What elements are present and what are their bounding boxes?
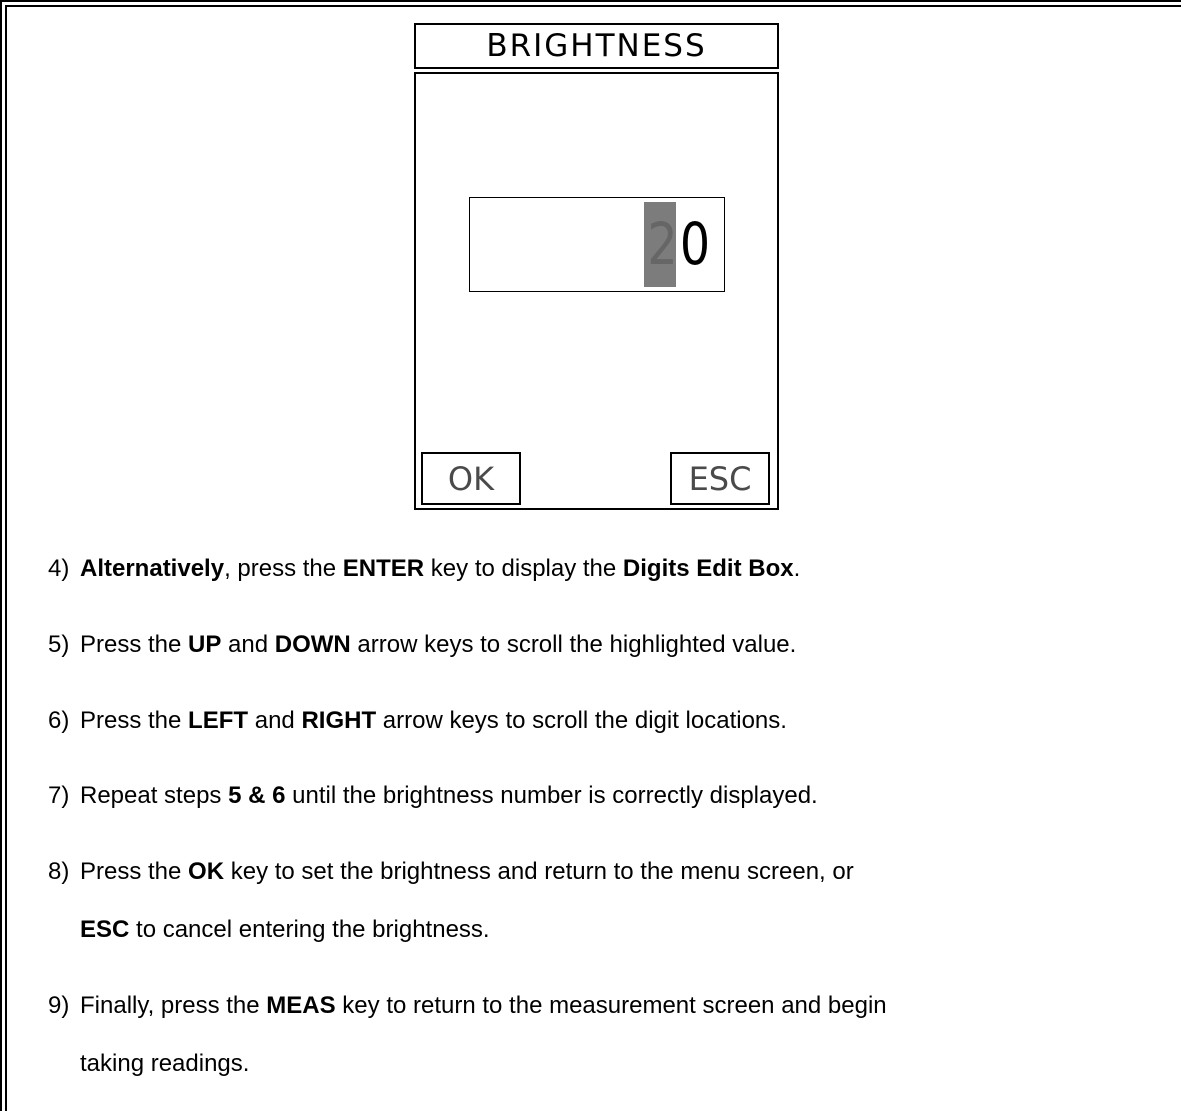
bold-text: Alternatively <box>80 555 225 582</box>
text-run: and <box>248 707 302 734</box>
step-number: 8) <box>48 858 70 885</box>
dialog-screen: 2 0 OK ESC <box>414 72 779 510</box>
frame-left-line-outer <box>0 0 2 1111</box>
step-number: 7) <box>48 782 70 809</box>
step-text: Repeat steps 5 & 6 until the brightness … <box>80 782 818 810</box>
text-run: key to set the brightness and return to … <box>224 858 854 885</box>
ok-button[interactable]: OK <box>421 452 521 505</box>
text-run: to cancel entering the brightness. <box>129 916 490 943</box>
step-text: Finally, press the MEAS key to return to… <box>80 992 887 1020</box>
step-number: 6) <box>48 707 70 734</box>
text-run: Press the <box>80 631 189 658</box>
bold-text: ESC <box>80 916 130 943</box>
text-run: until the brightness number is correctly… <box>285 782 818 809</box>
text-run: , press the <box>224 555 343 582</box>
step-text: Alternatively, press the ENTER key to di… <box>80 555 800 583</box>
text-run: Finally, press the <box>80 992 267 1019</box>
frame-left-line-inner <box>5 5 7 1111</box>
text-run: Press the <box>80 858 189 885</box>
highlighted-digit[interactable]: 2 <box>644 202 678 287</box>
text-run: Repeat steps <box>80 782 229 809</box>
step-number: 4) <box>48 555 70 582</box>
text-run: key to return to the measurement screen … <box>335 992 887 1019</box>
frame-top-line-inner <box>5 5 1181 7</box>
bold-text: OK <box>188 858 225 885</box>
bold-text: MEAS <box>266 992 336 1019</box>
bold-text: Digits Edit Box <box>622 555 794 582</box>
text-run: arrow keys to scroll the highlighted val… <box>350 631 797 658</box>
bold-text: UP <box>188 631 222 658</box>
step-text: ESC to cancel entering the brightness. <box>80 916 490 944</box>
text-run: key to display the <box>424 555 623 582</box>
bold-text: ENTER <box>342 555 425 582</box>
step-text: Press the LEFT and RIGHT arrow keys to s… <box>80 707 787 735</box>
text-run: taking readings. <box>80 1050 250 1077</box>
brightness-dialog: BRIGHTNESS 2 0 OK ESC <box>414 23 779 510</box>
step-text: Press the OK key to set the brightness a… <box>80 858 854 886</box>
step-text: Press the UP and DOWN arrow keys to scro… <box>80 631 796 659</box>
dialog-title: BRIGHTNESS <box>414 23 779 69</box>
esc-button[interactable]: ESC <box>670 452 770 505</box>
bold-text: LEFT <box>188 707 249 734</box>
step-text: taking readings. <box>80 1050 249 1078</box>
bold-text: DOWN <box>274 631 351 658</box>
digit[interactable]: 0 <box>680 202 710 287</box>
bold-text: 5 & 6 <box>228 782 286 809</box>
digits-edit-box[interactable]: 2 0 <box>469 197 725 292</box>
text-run: Press the <box>80 707 189 734</box>
text-run: and <box>221 631 275 658</box>
step-number: 9) <box>48 992 70 1019</box>
bold-text: RIGHT <box>301 707 377 734</box>
text-run: . <box>793 555 801 582</box>
text-run: arrow keys to scroll the digit locations… <box>376 707 787 734</box>
frame-top-line-outer <box>0 0 1181 2</box>
step-number: 5) <box>48 631 70 658</box>
